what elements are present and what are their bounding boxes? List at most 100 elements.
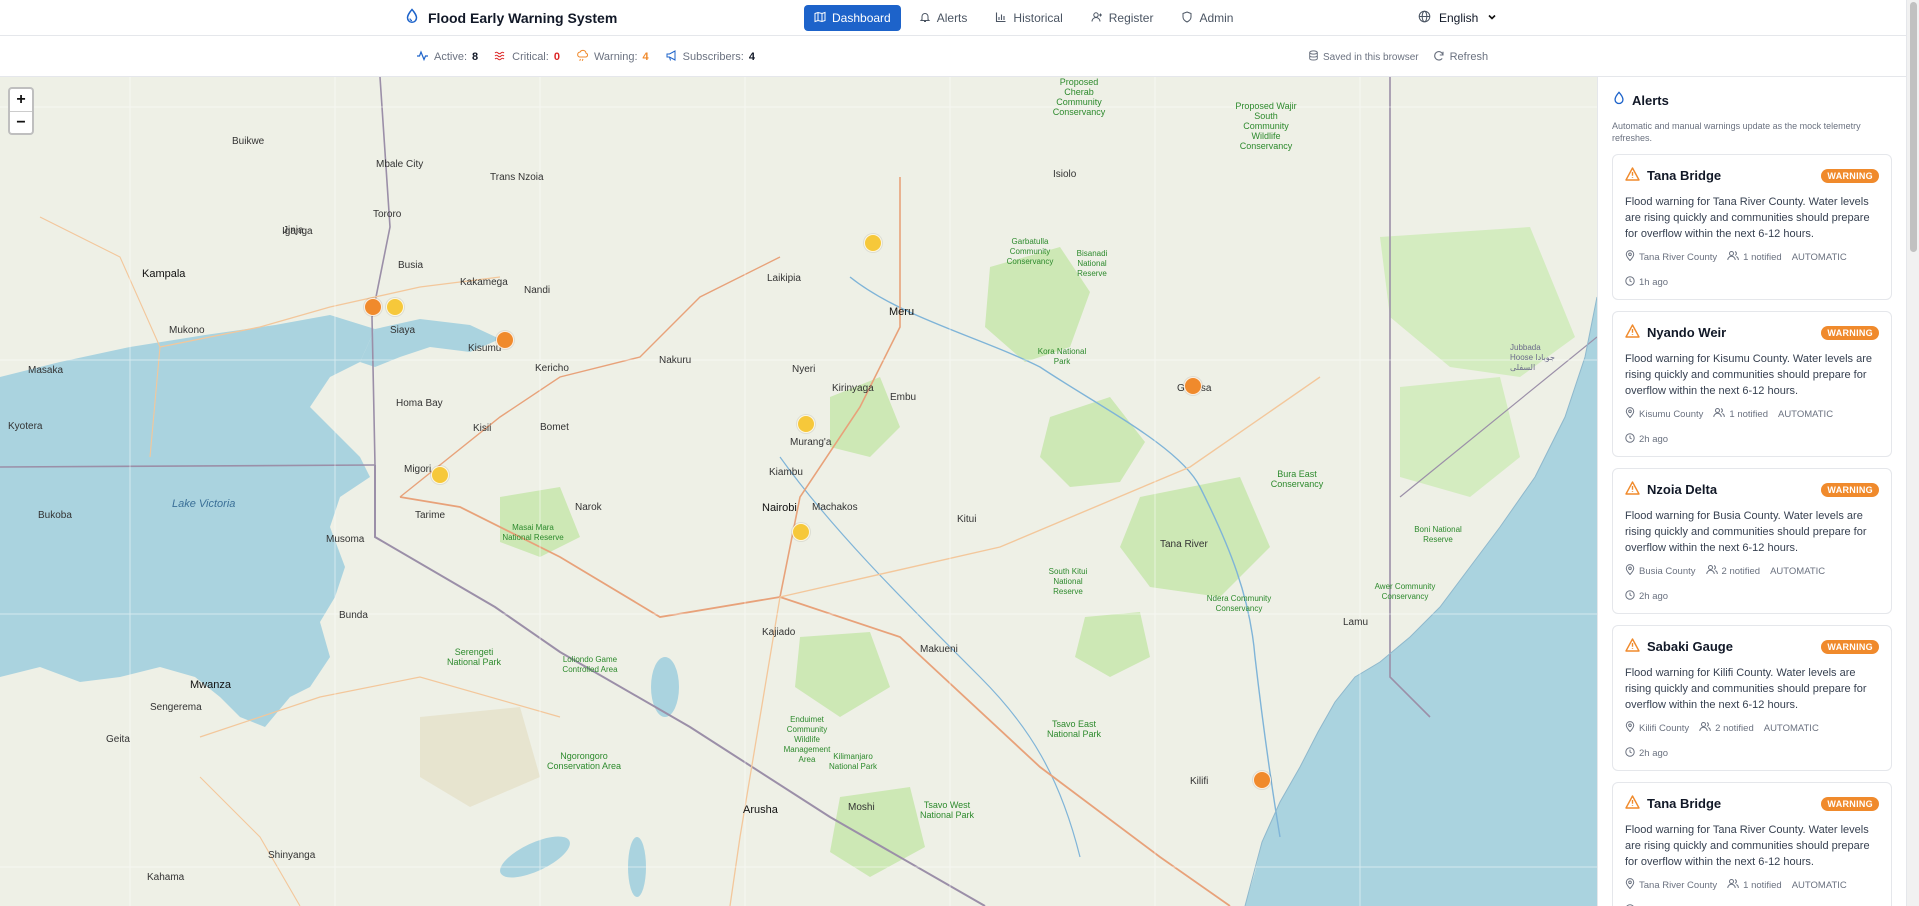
alert-notified-count: 2 notified [1721, 565, 1761, 577]
stat-active: Active: 8 [416, 49, 478, 65]
nav-alerts-label: Alerts [936, 11, 968, 25]
stats-summary: Active: 8 Critical: 0 Warning: 4 Subscri… [416, 37, 755, 77]
alert-message: Flood warning for Kisumu County. Water l… [1625, 353, 1872, 397]
alert-notified: 2 notified [1705, 564, 1761, 578]
map-pin-icon [1625, 250, 1635, 264]
alert-mode: AUTOMATIC [1763, 722, 1819, 734]
main-nav: Dashboard Alerts Historical Register Adm… [804, 5, 1243, 31]
alert-notified: 1 notified [1713, 407, 1768, 421]
scrollbar-thumb[interactable] [1910, 2, 1917, 252]
nav-dashboard[interactable]: Dashboard [804, 5, 901, 31]
station-marker-tana-bridge[interactable] [1184, 377, 1202, 395]
page-scrollbar[interactable] [1906, 0, 1919, 906]
station-marker-nyando-weir[interactable] [496, 331, 514, 349]
alerts-panel: Alerts Automatic and manual warnings upd… [1597, 77, 1906, 906]
alert-notified: 1 notified [1727, 878, 1782, 892]
alert-station-name: Tana Bridge [1647, 796, 1722, 811]
alert-card[interactable]: Sabaki Gauge WARNING Flood warning for K… [1612, 625, 1892, 771]
station-marker-athi[interactable] [792, 523, 810, 541]
alert-severity-badge: WARNING [1821, 325, 1879, 340]
waves-icon [494, 49, 507, 65]
alert-card[interactable]: Tana Bridge WARNING Flood warning for Ta… [1612, 154, 1892, 300]
alert-meta: Kisumu County 1 notified AUTOMATIC 2h ag… [1625, 407, 1879, 446]
language-selected: English [1439, 11, 1479, 25]
map-pin-icon [1625, 878, 1635, 892]
alert-county-name: Kilifi County [1639, 722, 1690, 734]
nav-alerts[interactable]: Alerts [909, 5, 978, 31]
flood-map[interactable]: Kampala Mwanza Nairobi Meru Arusha Kisum… [0, 77, 1597, 906]
nav-register[interactable]: Register [1081, 5, 1164, 31]
alert-severity-badge: WARNING [1821, 639, 1879, 654]
alert-notified: 1 notified [1727, 250, 1782, 264]
refresh-button[interactable]: Refresh [1433, 50, 1489, 65]
alert-message: Flood warning for Tana River County. Wat… [1625, 824, 1870, 868]
alert-meta: Tana River County 1 notified AUTOMATIC 2… [1625, 878, 1879, 906]
alert-station: Nzoia Delta [1625, 481, 1717, 498]
droplet-icon [404, 7, 420, 29]
megaphone-icon [665, 49, 678, 65]
users-icon [1699, 721, 1711, 735]
users-icon [1705, 564, 1718, 578]
station-marker-nzoia-delta[interactable] [364, 298, 382, 316]
shield-icon [1181, 10, 1193, 26]
stat-subscribers: Subscribers: 4 [665, 49, 755, 65]
alert-time: 1h ago [1625, 276, 1879, 289]
droplet-icon [1612, 91, 1626, 110]
alert-station: Nyando Weir [1625, 324, 1726, 341]
alert-time-ago: 2h ago [1639, 591, 1669, 602]
station-marker-sabaki[interactable] [1253, 771, 1271, 789]
alert-message: Flood warning for Busia County. Water le… [1625, 510, 1867, 554]
station-marker-muranga[interactable] [797, 415, 815, 433]
zoom-in-button[interactable]: + [10, 89, 32, 111]
globe-icon [1418, 10, 1431, 26]
bar-chart-icon [995, 11, 1007, 26]
refresh-label: Refresh [1449, 51, 1489, 63]
alert-time-ago: 2h ago [1639, 748, 1669, 759]
stat-subscribers-value: 4 [748, 51, 755, 63]
map-pin-icon [1625, 564, 1635, 578]
alerts-panel-header: Alerts [1598, 77, 1906, 110]
map-pin-icon [1625, 721, 1635, 735]
bell-icon [919, 11, 931, 26]
app-title: Flood Early Warning System [428, 10, 618, 26]
station-marker-meru[interactable] [864, 234, 882, 252]
alert-time: 2h ago [1625, 590, 1879, 603]
alert-notified-count: 1 notified [1743, 879, 1782, 891]
alert-time-ago: 1h ago [1639, 277, 1669, 288]
app-root: Flood Early Warning System Dashboard Ale… [0, 0, 1919, 906]
users-icon [1727, 878, 1739, 892]
nav-historical-label: Historical [1013, 11, 1063, 25]
alert-notified: 2 notified [1699, 721, 1754, 735]
language-selector[interactable]: English [1418, 0, 1498, 36]
map-icon [814, 11, 826, 26]
station-marker-siaya[interactable] [386, 298, 404, 316]
nav-historical[interactable]: Historical [985, 5, 1072, 31]
alert-station-name: Nyando Weir [1647, 325, 1727, 340]
stat-warning-value: 4 [642, 51, 649, 63]
saved-status: Saved in this browser [1308, 50, 1419, 64]
users-icon [1727, 250, 1739, 264]
storage-status: Saved in this browser Refresh [1308, 37, 1488, 77]
alert-notified-count: 1 notified [1729, 408, 1768, 420]
alert-county: Tana River County [1625, 878, 1717, 892]
alert-card[interactable]: Nyando Weir WARNING Flood warning for Ki… [1612, 311, 1892, 457]
alert-time-ago: 2h ago [1639, 434, 1669, 445]
nav-admin[interactable]: Admin [1171, 5, 1243, 31]
stat-subscribers-label: Subscribers: [682, 51, 744, 63]
station-marker-migori[interactable] [431, 466, 449, 484]
alert-card-header: Nyando Weir WARNING [1625, 324, 1879, 341]
alert-county: Kilifi County [1625, 721, 1689, 735]
alert-county: Tana River County [1625, 250, 1717, 264]
alert-station: Tana Bridge [1625, 167, 1721, 184]
warning-triangle-icon [1625, 638, 1640, 655]
alerts-panel-subtitle: Automatic and manual warnings update as … [1612, 121, 1861, 143]
alerts-panel-title: Alerts [1632, 93, 1669, 108]
alert-card-header: Sabaki Gauge WARNING [1625, 638, 1879, 655]
alert-card[interactable]: Tana Bridge WARNING Flood warning for Ta… [1612, 782, 1892, 906]
brand[interactable]: Flood Early Warning System [404, 0, 617, 36]
zoom-out-button[interactable]: − [10, 111, 32, 133]
top-nav-bar: Flood Early Warning System Dashboard Ale… [0, 0, 1906, 36]
clock-icon [1625, 747, 1635, 760]
warning-triangle-icon [1625, 795, 1640, 812]
alert-card[interactable]: Nzoia Delta WARNING Flood warning for Bu… [1612, 468, 1892, 614]
